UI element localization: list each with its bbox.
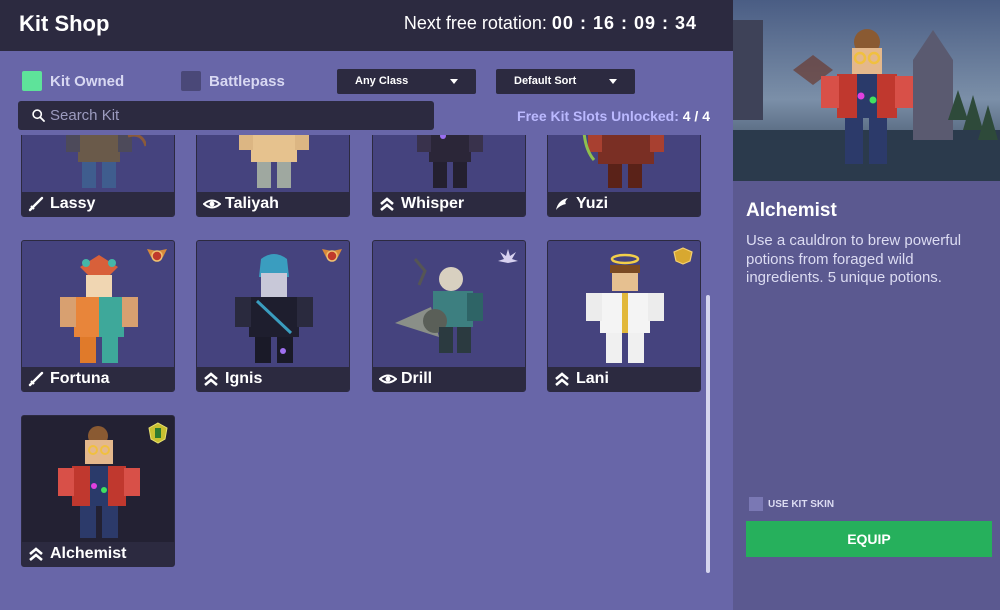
- eye-icon: [203, 199, 221, 209]
- preview-scene: [733, 20, 1000, 181]
- character-art: [66, 135, 146, 188]
- kit-name-bar: Yuzi: [548, 192, 700, 216]
- use-kit-skin-label[interactable]: USE KIT SKIN: [768, 499, 834, 510]
- use-kit-skin-checkbox[interactable]: [749, 497, 763, 511]
- kit-card-selected[interactable]: Alchemist: [21, 415, 175, 567]
- green-badge-icon: [148, 422, 168, 444]
- kit-name: Alchemist: [50, 545, 127, 562]
- kit-card[interactable]: Lassy: [21, 135, 175, 217]
- kit-owned-checkbox[interactable]: [22, 71, 42, 91]
- header-bar: Kit Shop Next free rotation: 00 : 16 : 0…: [0, 0, 733, 51]
- character-art: [58, 426, 140, 538]
- battlepass-label[interactable]: Battlepass: [209, 73, 285, 90]
- search-icon: [32, 109, 45, 122]
- kit-name: Ignis: [225, 370, 263, 387]
- kit-name: Lassy: [50, 195, 96, 212]
- class-dropdown-label: Any Class: [355, 75, 409, 87]
- free-slots-indicator: Free Kit Slots Unlocked: 4 / 4: [517, 108, 710, 124]
- kit-preview-image: [733, 0, 1000, 181]
- chevron-down-icon: [609, 79, 617, 84]
- kit-name: Whisper: [401, 195, 465, 212]
- search-box[interactable]: [18, 101, 434, 130]
- chevron-down-icon: [450, 79, 458, 84]
- kit-name-bar: Alchemist: [22, 542, 174, 566]
- kit-name-bar: Ignis: [197, 367, 349, 391]
- kit-name: Yuzi: [576, 195, 609, 212]
- page-title: Kit Shop: [19, 11, 110, 36]
- kit-name-bar: Lassy: [22, 192, 174, 216]
- kit-owned-label[interactable]: Kit Owned: [50, 73, 124, 90]
- kit-card[interactable]: Lani: [547, 240, 701, 392]
- character-art: [60, 255, 138, 363]
- kit-grid: Lassy Taliyah Whisper Yuzi Fortuna Ignis…: [0, 135, 733, 610]
- kit-name: Taliyah: [225, 195, 279, 212]
- kit-name-bar: Fortuna: [22, 367, 174, 391]
- chevron-up-icon: [555, 372, 569, 386]
- sword-icon: [28, 371, 44, 387]
- free-slots-label: Free Kit Slots Unlocked:: [517, 108, 679, 124]
- sword-icon: [28, 196, 44, 212]
- kit-name: Fortuna: [50, 370, 110, 387]
- kit-card[interactable]: Ignis: [196, 240, 350, 392]
- character-art: [235, 254, 313, 363]
- kit-name-bar: Whisper: [373, 192, 525, 216]
- chevron-up-icon: [204, 372, 218, 386]
- winged-badge-icon: [322, 249, 342, 262]
- kit-card[interactable]: Taliyah: [196, 135, 350, 217]
- sort-dropdown-label: Default Sort: [514, 75, 577, 87]
- rotation-label: Next free rotation:: [403, 13, 547, 33]
- kit-card[interactable]: Drill: [372, 240, 526, 392]
- selected-kit-description: Use a cauldron to brew powerful potions …: [746, 232, 962, 286]
- kit-shop-panel: Kit Shop Next free rotation: 00 : 16 : 0…: [0, 0, 733, 610]
- kit-name: Drill: [401, 370, 433, 387]
- kit-card[interactable]: Whisper: [372, 135, 526, 217]
- character-art: [582, 135, 664, 188]
- sort-dropdown[interactable]: Default Sort: [496, 69, 635, 94]
- chevron-up-icon: [380, 197, 394, 211]
- kit-detail-panel: Alchemist Use a cauldron to brew powerfu…: [733, 0, 1000, 610]
- kit-card[interactable]: Yuzi: [547, 135, 701, 217]
- scrollbar[interactable]: [706, 295, 710, 573]
- wing-icon: [556, 198, 568, 210]
- kit-name-bar: Taliyah: [197, 192, 349, 216]
- eye-icon: [379, 374, 397, 384]
- winged-badge-icon: [147, 249, 167, 262]
- character-art: [417, 135, 483, 188]
- character-art: [395, 258, 483, 353]
- character-art: [239, 135, 309, 188]
- lotus-badge-icon: [498, 249, 518, 263]
- kit-name: Lani: [576, 370, 609, 387]
- class-dropdown[interactable]: Any Class: [337, 69, 476, 94]
- kit-name-bar: Drill: [373, 367, 525, 391]
- free-slots-count: 4 / 4: [682, 108, 710, 124]
- search-input[interactable]: [50, 106, 420, 125]
- equip-button[interactable]: EQUIP: [746, 521, 992, 557]
- rotation-time: 00 : 16 : 09 : 34: [551, 13, 697, 33]
- chevron-up-icon: [29, 547, 43, 561]
- gold-badge-icon: [673, 247, 693, 265]
- selected-kit-name: Alchemist: [746, 200, 837, 221]
- kit-name-bar: Lani: [548, 367, 700, 391]
- kit-card[interactable]: Fortuna: [21, 240, 175, 392]
- rotation-timer: Next free rotation: 00 : 16 : 09 : 34: [404, 13, 697, 34]
- battlepass-checkbox[interactable]: [181, 71, 201, 91]
- character-art: [586, 253, 664, 363]
